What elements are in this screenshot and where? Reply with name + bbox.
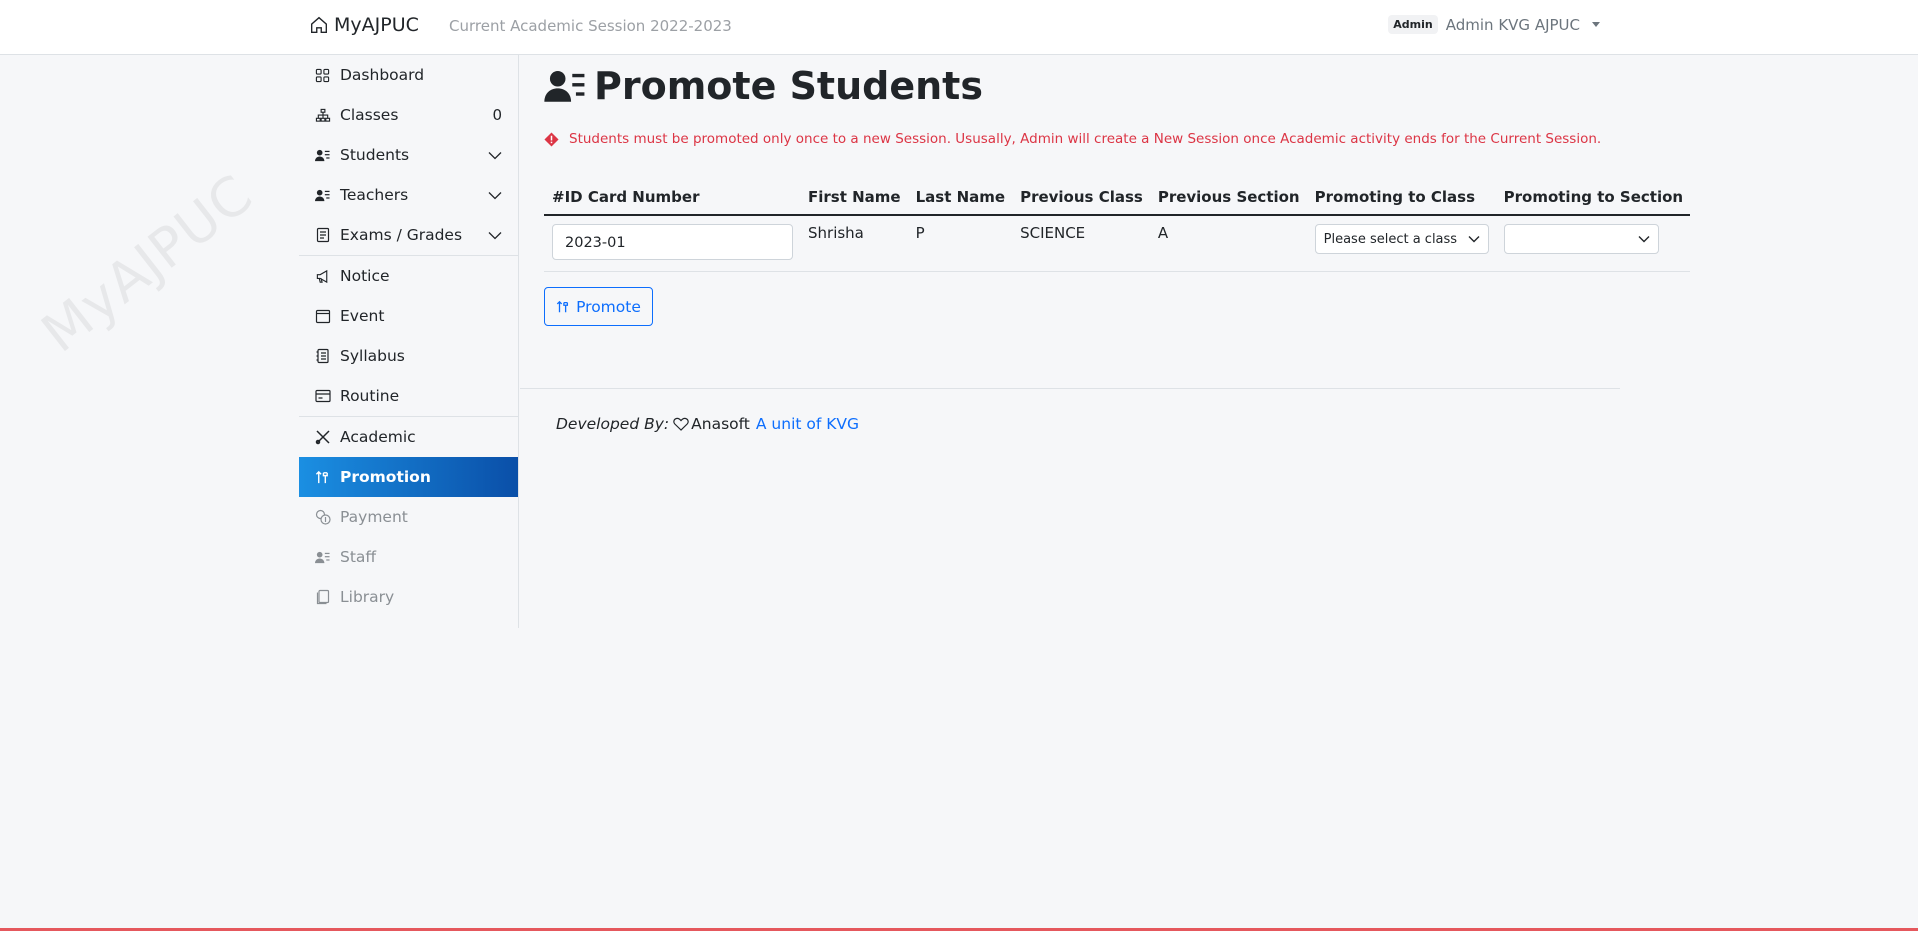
promotion-warning-text: Students must be promoted only once to a… — [569, 131, 1602, 147]
previous-section-cell: A — [1149, 215, 1307, 272]
promote-button[interactable]: Promote — [544, 287, 653, 326]
id-card-input[interactable]: 2023-01 — [552, 224, 793, 260]
sidebar-item-exams-grades[interactable]: Exams / Grades — [299, 215, 518, 255]
column-header: Promoting to Class — [1306, 177, 1496, 216]
footer: Developed By: Anasoft A unit of KVG — [556, 415, 859, 433]
company-name: Anasoft — [691, 415, 750, 433]
sidebar-group-admin: Academic Promotion Payment Staff Library — [299, 417, 518, 617]
last-name-cell: P — [907, 215, 1013, 272]
chevron-down-icon — [1638, 236, 1650, 243]
role-badge: Admin — [1388, 15, 1438, 34]
sidebar-group-info: Notice Event Syllabus Routine — [299, 256, 518, 417]
developed-by-label: Developed By: — [556, 415, 670, 433]
sidebar-item-label: Staff — [340, 548, 377, 566]
watermark: MyAJPUC — [30, 162, 265, 365]
sidebar-item-teachers[interactable]: Teachers — [299, 175, 518, 215]
page-title: Promote Students — [544, 64, 983, 108]
sidebar-item-academic[interactable]: Academic — [299, 417, 518, 457]
promoting-class-value: Please select a class — [1323, 231, 1458, 247]
megaphone-icon — [314, 268, 331, 285]
person-lines-icon — [314, 549, 331, 566]
table-header-row: #ID Card Number First Name Last Name Pre… — [544, 177, 1691, 216]
sidebar-item-event[interactable]: Event — [299, 296, 518, 336]
credit-card-icon — [314, 388, 331, 405]
coin-icon — [314, 509, 331, 526]
sidebar-item-students[interactable]: Students — [299, 135, 518, 175]
sidebar-item-classes[interactable]: Classes 0 — [299, 95, 518, 135]
sidebar-item-label: Teachers — [340, 186, 409, 204]
brand-link[interactable]: MyAJPUC — [310, 14, 419, 36]
previous-class-cell: SCIENCE — [1012, 215, 1150, 272]
promoting-section-cell — [1495, 215, 1691, 272]
sidebar-item-dashboard[interactable]: Dashboard — [299, 55, 518, 95]
sidebar-item-label: Dashboard — [340, 66, 425, 84]
sidebar-item-staff[interactable]: Staff — [299, 537, 518, 577]
promoting-class-select[interactable]: Please select a class — [1314, 224, 1489, 254]
promotion-warning: Students must be promoted only once to a… — [544, 131, 1601, 147]
sort-up-icon — [556, 300, 569, 312]
clipboard-icon — [314, 227, 331, 244]
exclamation-diamond-icon — [544, 131, 559, 147]
sort-up-icon — [314, 469, 331, 486]
promote-button-label: Promote — [576, 297, 641, 316]
table-row: 2023-01 Shrisha P SCIENCE A Please selec… — [544, 215, 1691, 272]
sidebar: Dashboard Classes 0 Students Teachers Ex… — [299, 55, 519, 628]
sidebar-item-label: Payment — [340, 508, 408, 526]
column-header: Last Name — [907, 177, 1013, 216]
journal-icon — [314, 348, 331, 365]
main-content: Promote Students Students must be promot… — [520, 55, 1691, 389]
sidebar-item-syllabus[interactable]: Syllabus — [299, 336, 518, 376]
kvg-link[interactable]: A unit of KVG — [756, 415, 859, 433]
page-title-text: Promote Students — [594, 64, 983, 108]
promotion-table: #ID Card Number First Name Last Name Pre… — [544, 177, 1691, 272]
tools-icon — [314, 429, 331, 446]
sidebar-item-label: Notice — [340, 267, 390, 285]
person-lines-icon — [314, 147, 331, 164]
user-menu[interactable]: Admin Admin KVG AJPUC — [1388, 15, 1600, 34]
grid-icon — [314, 67, 331, 84]
chevron-down-icon — [488, 151, 502, 159]
person-lines-icon — [314, 187, 331, 204]
chevron-down-icon — [1468, 236, 1480, 243]
promoting-section-select[interactable] — [1503, 224, 1659, 254]
top-navbar: MyAJPUC Current Academic Session 2022-20… — [0, 0, 1918, 55]
column-header: Promoting to Section — [1495, 177, 1691, 216]
diagram-icon — [314, 107, 331, 124]
sidebar-item-label: Library — [340, 588, 395, 606]
brand-name: MyAJPUC — [334, 14, 419, 36]
column-header: #ID Card Number — [544, 177, 800, 216]
sidebar-item-label: Academic — [340, 428, 416, 446]
sidebar-item-label: Classes — [340, 106, 399, 124]
sidebar-item-routine[interactable]: Routine — [299, 376, 518, 416]
sidebar-item-label: Exams / Grades — [340, 226, 463, 244]
sidebar-group-main: Dashboard Classes 0 Students Teachers Ex… — [299, 55, 518, 256]
user-name: Admin KVG AJPUC — [1445, 15, 1580, 34]
sidebar-item-label: Students — [340, 146, 410, 164]
house-icon — [311, 16, 327, 33]
sidebar-item-label: Event — [340, 307, 385, 325]
classes-count: 0 — [492, 106, 502, 124]
first-name-cell: Shrisha — [800, 215, 908, 272]
person-lines-icon — [544, 70, 585, 102]
sidebar-item-label: Routine — [340, 387, 400, 405]
column-header: First Name — [800, 177, 908, 216]
calendar-icon — [314, 308, 331, 325]
id-card-cell: 2023-01 — [544, 215, 800, 272]
column-header: Previous Section — [1149, 177, 1307, 216]
heart-icon — [673, 417, 689, 431]
sidebar-item-notice[interactable]: Notice — [299, 256, 518, 296]
promoting-class-cell: Please select a class — [1306, 215, 1496, 272]
chevron-down-icon — [488, 231, 502, 239]
sidebar-item-promotion[interactable]: Promotion — [299, 457, 518, 497]
sidebar-item-label: Syllabus — [340, 347, 405, 365]
chevron-down-icon — [488, 191, 502, 199]
sidebar-item-label: Promotion — [340, 468, 431, 486]
sidebar-item-library[interactable]: Library — [299, 577, 518, 617]
dropdown-caret-icon — [1592, 22, 1600, 27]
journals-icon — [314, 589, 331, 606]
session-label: Current Academic Session 2022-2023 — [449, 17, 732, 35]
column-header: Previous Class — [1012, 177, 1150, 216]
sidebar-item-payment[interactable]: Payment — [299, 497, 518, 537]
